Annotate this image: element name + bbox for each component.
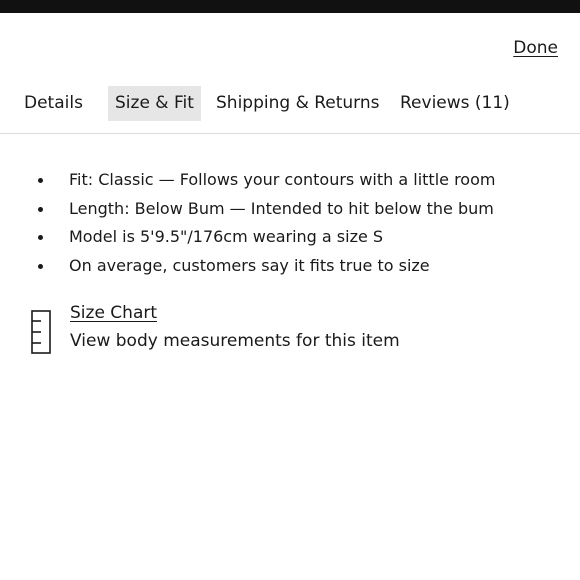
top-bar	[0, 0, 580, 13]
fit-details-list: Fit: Classic — Follows your contours wit…	[0, 168, 495, 282]
bullet-icon	[38, 206, 43, 212]
fit-feedback-text: On average, customers say it fits true t…	[69, 255, 430, 275]
list-item: Model is 5'9.5"/176cm wearing a size S	[0, 225, 495, 254]
model-detail-text: Model is 5'9.5"/176cm wearing a size S	[69, 227, 384, 246]
bullet-icon	[38, 235, 43, 240]
tab-bar: Details Size & Fit Shipping & Returns Re…	[0, 86, 580, 134]
length-detail-text: Length: Below Bum — Intended to hit belo…	[69, 198, 494, 218]
tab-shipping-and-returns[interactable]: Shipping & Returns	[216, 86, 380, 121]
list-item: On average, customers say it fits true t…	[0, 254, 495, 283]
tab-details[interactable]: Details	[24, 86, 83, 121]
bullet-icon	[38, 178, 43, 183]
size-chart-description: View body measurements for this item	[70, 331, 400, 351]
list-item: Fit: Classic — Follows your contours wit…	[0, 168, 495, 197]
size-chart-section: Size Chart View body measurements for th…	[28, 302, 448, 362]
ruler-icon	[31, 310, 51, 354]
bullet-icon	[38, 263, 43, 269]
tab-reviews[interactable]: Reviews (11)	[400, 86, 510, 121]
done-button[interactable]: Done	[513, 38, 558, 58]
list-item: Length: Below Bum — Intended to hit belo…	[0, 197, 495, 226]
size-chart-link[interactable]: Size Chart	[70, 303, 157, 323]
tab-size-and-fit[interactable]: Size & Fit	[108, 86, 201, 121]
fit-detail-text: Fit: Classic — Follows your contours wit…	[69, 170, 496, 189]
